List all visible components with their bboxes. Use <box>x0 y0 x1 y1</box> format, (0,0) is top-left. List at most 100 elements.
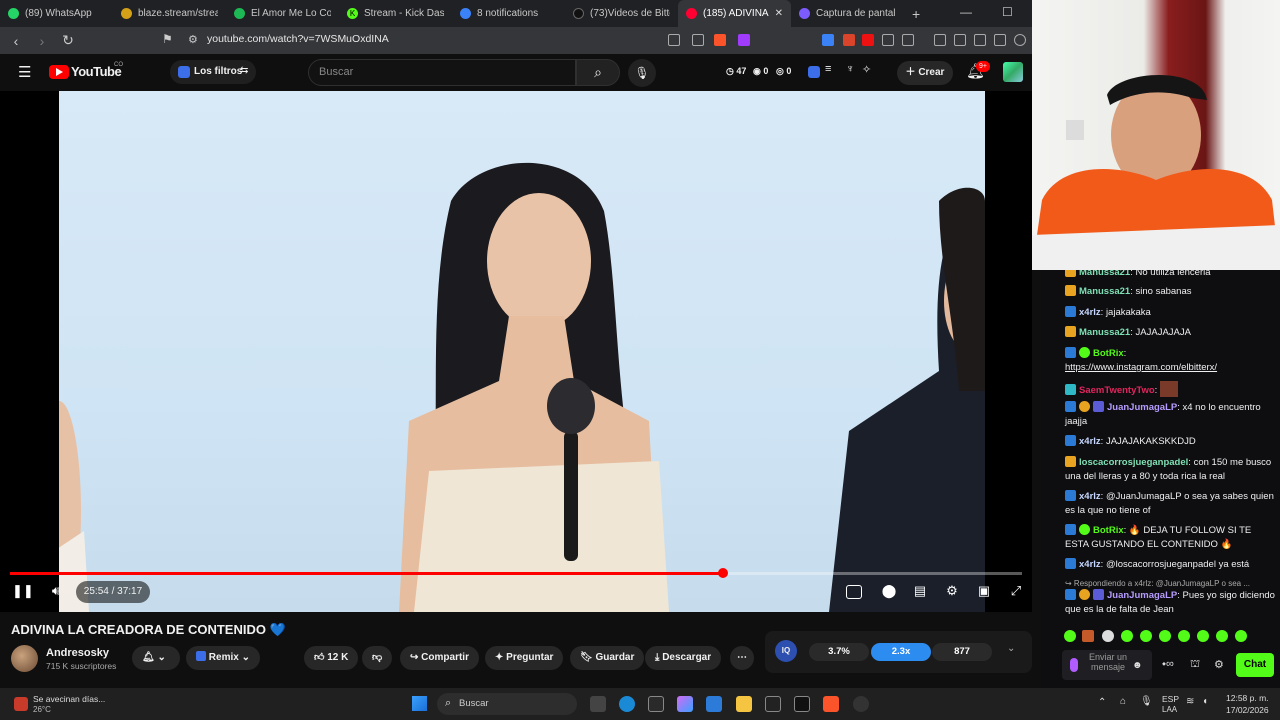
app-icon[interactable] <box>648 696 664 712</box>
emote-icon[interactable] <box>1197 630 1209 642</box>
emoji-icon[interactable]: ☻ <box>1132 660 1143 671</box>
autoplay-toggle[interactable]: ⬤ <box>878 583 900 601</box>
language-indicator[interactable]: ESP <box>1162 694 1179 704</box>
capcut-icon[interactable] <box>794 696 810 712</box>
settings-icon[interactable]: ⚙ <box>942 583 962 601</box>
browser-tab[interactable]: blaze.stream/stream-s <box>113 0 226 27</box>
browser-tab[interactable]: 8 notifications <box>452 0 565 27</box>
microphone-icon[interactable]: 🎙 <box>1140 696 1153 707</box>
emote-icon[interactable] <box>1082 630 1094 642</box>
back-icon[interactable]: ‹ <box>6 33 26 49</box>
new-tab-icon[interactable]: + <box>912 6 920 22</box>
terminal-icon[interactable] <box>765 696 781 712</box>
close-tab-icon[interactable]: ✕ <box>775 8 783 19</box>
chat-send-button[interactable]: Chat <box>1236 653 1274 677</box>
emote-icon[interactable] <box>1159 630 1171 642</box>
brave-shield-icon[interactable] <box>714 34 726 46</box>
maximize-icon[interactable]: ☐ <box>1002 5 1013 19</box>
menu-icon[interactable]: ☰ <box>18 63 31 81</box>
emote-icon[interactable] <box>1064 630 1076 642</box>
folder-icon[interactable] <box>736 696 752 712</box>
dislike-button[interactable]: 👎︎ <box>362 646 393 670</box>
subscribe-bell-button[interactable]: 🔔︎ ⌄ <box>132 646 180 670</box>
list-icon[interactable]: ≡ <box>825 63 831 75</box>
chevron-up-icon[interactable]: ⌃ <box>1098 697 1106 708</box>
network-icon[interactable]: ⌂ <box>1120 696 1126 707</box>
settings-icon[interactable]: ⚙ <box>1214 658 1224 671</box>
emote-icon[interactable] <box>1121 630 1133 642</box>
channel-name[interactable]: Andresosky <box>46 647 109 659</box>
chat-link[interactable]: https://www.instagram.com/elbitterx/ <box>1065 362 1217 373</box>
mic-button[interactable]: 🎙 <box>628 59 656 87</box>
chat-scrollbar[interactable] <box>1041 270 1056 688</box>
weather-text[interactable]: Se avecinan días... <box>33 694 105 704</box>
pause-icon[interactable]: ❚❚ <box>12 583 34 601</box>
avatar[interactable] <box>1003 62 1023 82</box>
emote-icon[interactable] <box>1102 630 1114 642</box>
translate-icon[interactable] <box>822 34 834 46</box>
extension-icon[interactable] <box>808 66 820 78</box>
browser-tab[interactable]: Captura de pantalla p <box>791 0 904 27</box>
taskbar-search[interactable]: ⌕ Buscar <box>437 693 577 715</box>
save-button[interactable]: 🔖︎ Guardar <box>570 646 645 670</box>
browser-tab[interactable]: (89) WhatsApp <box>0 0 113 27</box>
sidebar-icon[interactable] <box>954 34 966 46</box>
chevron-down-icon[interactable]: ⌄ <box>1007 643 1015 654</box>
clock-time[interactable]: 12:58 p. m. <box>1226 693 1269 703</box>
brave-icon[interactable] <box>823 696 839 712</box>
share-icon[interactable] <box>692 34 704 46</box>
screenshot-icon[interactable] <box>902 34 914 46</box>
search-input[interactable]: Buscar <box>308 59 576 86</box>
subtitles-icon[interactable]: ▤ <box>910 583 930 601</box>
ask-button[interactable]: ✦ Preguntar <box>485 646 564 670</box>
browser-tab[interactable]: El Amor Me Lo Co <box>226 0 339 27</box>
obs-icon[interactable] <box>853 696 869 712</box>
more-actions-button[interactable]: ⋯ <box>730 646 754 670</box>
extension-icon[interactable] <box>843 34 855 46</box>
media-icon[interactable] <box>934 34 946 46</box>
progress-bar[interactable] <box>10 568 1022 578</box>
create-button[interactable]: ＋ Crear <box>897 61 953 85</box>
fullscreen-icon[interactable]: ⤢ <box>1006 583 1026 601</box>
volume-icon[interactable]: 🔊︎ <box>46 583 66 601</box>
filters-button[interactable]: Los filtros ⇆ <box>170 60 256 84</box>
chat-input[interactable]: Enviar un mensaje ☻ <box>1062 650 1152 680</box>
extensions-icon[interactable] <box>882 34 894 46</box>
like-button[interactable]: 👍︎ 12 K <box>304 646 359 670</box>
browser-tab[interactable]: (73)Videos de Bitter 12 <box>565 0 678 27</box>
share-button[interactable]: ↪ Compartir <box>400 646 479 670</box>
reload-icon[interactable]: ↻ <box>58 32 78 49</box>
youtube-logo-icon[interactable] <box>49 65 69 79</box>
browser-tab-active[interactable]: (185) ADIVINA ✕ <box>678 0 791 27</box>
sparkle-icon[interactable]: ✧ <box>862 63 871 76</box>
miniplayer-icon[interactable]: ▣ <box>974 583 994 601</box>
brave-rewards-icon[interactable] <box>738 34 750 46</box>
site-info-icon[interactable]: ⚙ <box>188 33 198 46</box>
store-icon[interactable] <box>706 696 722 712</box>
remix-button[interactable]: Remix ⌄ <box>186 646 260 670</box>
edge-icon[interactable] <box>619 696 635 712</box>
leo-icon[interactable] <box>994 34 1006 46</box>
mic-icon[interactable] <box>1070 658 1078 672</box>
wallet-icon[interactable] <box>974 34 986 46</box>
cast-icon[interactable] <box>668 34 680 46</box>
bookmark-icon[interactable]: ⚑ <box>162 32 173 46</box>
trophy-icon[interactable]: ♆ <box>846 63 854 75</box>
video-frame[interactable] <box>59 91 985 612</box>
emote-icon[interactable] <box>1140 630 1152 642</box>
volume-icon[interactable]: ◖ <box>1202 696 1208 707</box>
forward-icon[interactable]: › <box>32 33 52 49</box>
gift-icon[interactable]: ⛫ <box>1190 658 1200 672</box>
weather-icon[interactable] <box>14 697 28 711</box>
vpn-icon[interactable] <box>1014 34 1026 46</box>
task-view-icon[interactable] <box>590 696 606 712</box>
channel-avatar[interactable] <box>11 645 38 672</box>
emote-icon[interactable] <box>1216 630 1228 642</box>
copilot-icon[interactable] <box>677 696 693 712</box>
url-field[interactable]: youtube.com/watch?v=7WSMuOxdINA <box>207 33 389 45</box>
emote-icon[interactable] <box>1235 630 1247 642</box>
search-button[interactable]: ⌕ <box>576 59 620 86</box>
start-icon[interactable] <box>412 696 427 711</box>
wifi-icon[interactable]: ≋ <box>1186 696 1194 707</box>
minimize-icon[interactable]: — <box>960 5 972 19</box>
